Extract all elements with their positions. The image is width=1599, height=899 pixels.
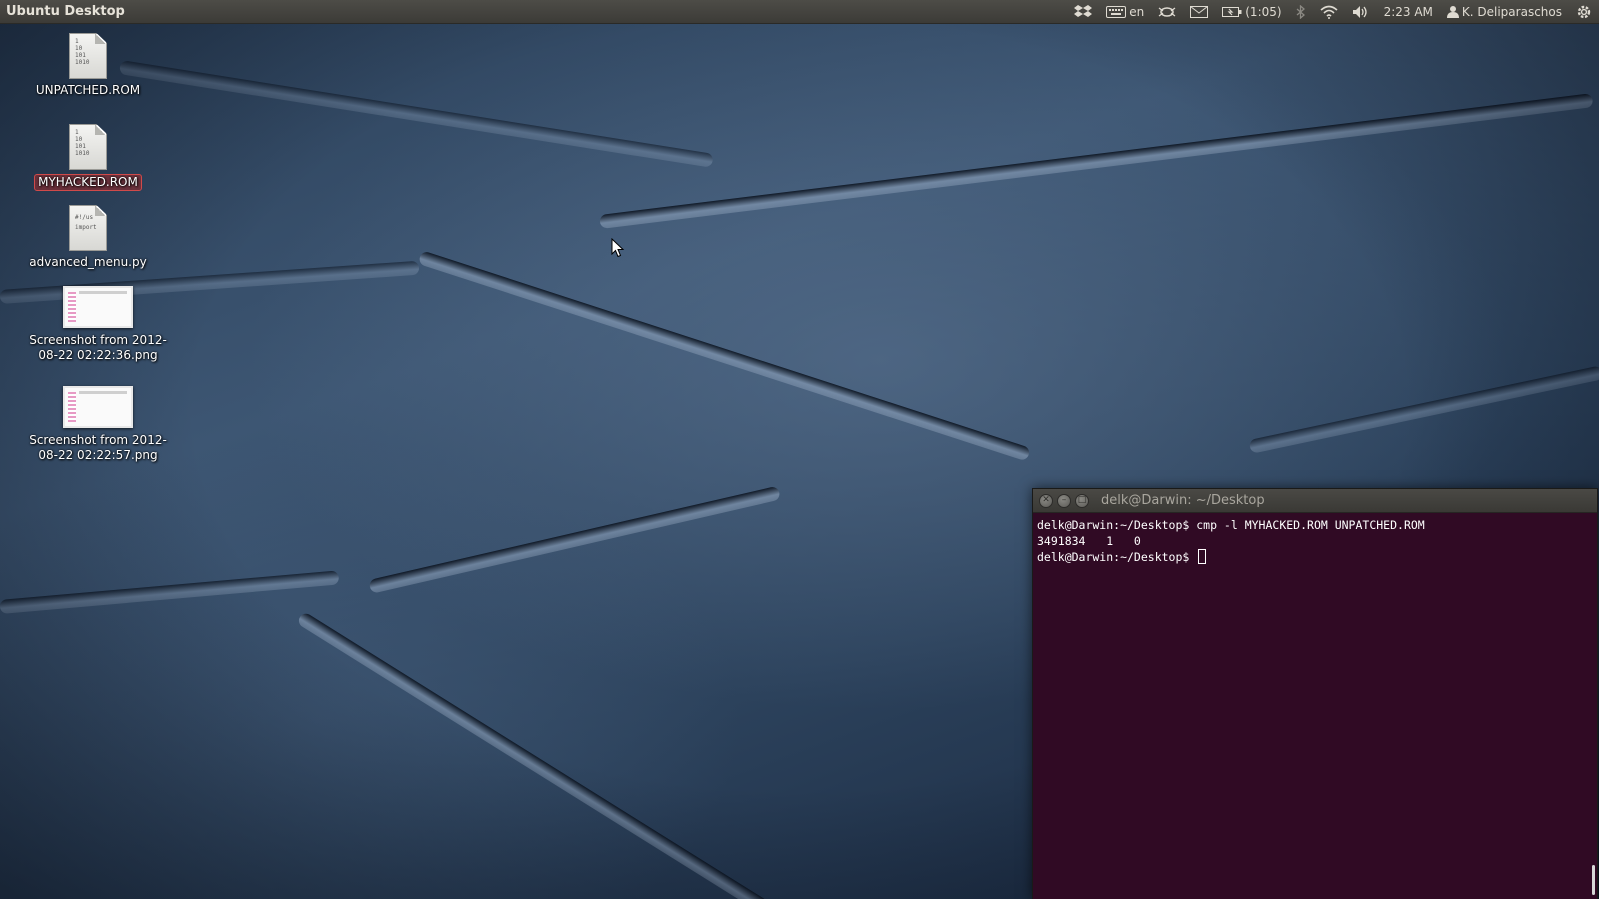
keyboard-icon — [1106, 5, 1127, 18]
terminal-line: delk@Darwin:~/Desktop$ cmp -l MYHACKED.R… — [1037, 518, 1425, 532]
terminal-cursor — [1198, 549, 1207, 564]
desktop-icon-myhacked-rom[interactable]: 1 10 101 1010 MYHACKED.ROM — [18, 124, 158, 191]
desktop-icon-label: 08-22 02:22:36.png — [38, 348, 158, 362]
desktop-icon-unpatched-rom[interactable]: 1 10 101 1010 UNPATCHED.ROM — [18, 33, 158, 98]
mouse-indicator[interactable] — [1151, 0, 1183, 24]
bluetooth-icon — [1296, 4, 1305, 19]
desktop-icon-screenshot-2[interactable]: Screenshot from 2012- 08-22 02:22:57.png — [28, 386, 168, 463]
indicator-area: en (1:05) 2:23 AM K. Deliparaschos — [1067, 0, 1599, 24]
minimize-icon: – — [1061, 495, 1067, 505]
terminal-title: delk@Darwin: ~/Desktop — [1101, 493, 1265, 508]
terminal-scrollbar[interactable] — [1592, 865, 1595, 895]
close-icon: ✕ — [1042, 495, 1050, 505]
panel-app-title: Ubuntu Desktop — [6, 4, 125, 19]
terminal-prompt: delk@Darwin:~/Desktop$ — [1037, 550, 1197, 564]
network-indicator[interactable] — [1313, 0, 1345, 24]
keyboard-layout-label: en — [1129, 4, 1145, 19]
image-thumbnail-icon — [63, 286, 133, 328]
user-indicator[interactable]: K. Deliparaschos — [1440, 0, 1569, 24]
bluetooth-indicator[interactable] — [1289, 0, 1313, 24]
terminal-window[interactable]: ✕ – □ delk@Darwin: ~/Desktop delk@Darwin… — [1032, 488, 1598, 899]
desktop-icon-label: Screenshot from 2012- — [29, 433, 167, 447]
sound-indicator[interactable] — [1345, 0, 1377, 24]
battery-time-label: (1:05) — [1245, 4, 1282, 19]
binary-file-icon: 1 10 101 1010 — [69, 124, 107, 170]
desktop-icon-label: 08-22 02:22:57.png — [38, 448, 158, 462]
gear-power-icon — [1577, 5, 1591, 18]
battery-indicator[interactable]: (1:05) — [1215, 0, 1288, 24]
user-name-label: K. Deliparaschos — [1461, 4, 1562, 19]
desktop-icon-advanced-menu-py[interactable]: #!/us import advanced_menu.py — [18, 205, 158, 270]
terminal-line: 3491834 1 0 — [1037, 534, 1141, 548]
terminal-prompt-line: delk@Darwin:~/Desktop$ — [1037, 549, 1593, 565]
battery-icon — [1222, 6, 1242, 17]
binary-file-icon: 1 10 101 1010 — [69, 33, 107, 79]
wifi-icon — [1320, 5, 1338, 19]
script-file-icon: #!/us import — [69, 205, 107, 251]
clock-label: 2:23 AM — [1383, 4, 1433, 19]
user-icon — [1446, 6, 1459, 18]
desktop-icon-label-selected: MYHACKED.ROM — [34, 174, 142, 191]
messaging-indicator[interactable] — [1183, 0, 1215, 24]
desktop-icon-label: advanced_menu.py — [29, 255, 147, 269]
window-minimize-button[interactable]: – — [1057, 493, 1071, 508]
desktop-icon-label: Screenshot from 2012- — [29, 333, 167, 347]
keyboard-indicator[interactable]: en — [1099, 0, 1151, 24]
top-panel: Ubuntu Desktop en (1:05) 2:23 AM K. Deli… — [0, 0, 1599, 24]
image-thumbnail-icon — [63, 386, 133, 428]
window-maximize-button[interactable]: □ — [1075, 493, 1089, 508]
desktop-icon-screenshot-1[interactable]: Screenshot from 2012- 08-22 02:22:36.png — [28, 286, 168, 363]
desktop-icon-label: UNPATCHED.ROM — [35, 83, 141, 97]
mouse-pointer-icon — [611, 238, 625, 258]
speaker-volume-icon — [1352, 5, 1367, 18]
window-close-button[interactable]: ✕ — [1039, 493, 1053, 508]
mail-icon — [1190, 5, 1209, 18]
terminal-titlebar[interactable]: ✕ – □ delk@Darwin: ~/Desktop — [1033, 489, 1597, 513]
terminal-output[interactable]: delk@Darwin:~/Desktop$ cmp -l MYHACKED.R… — [1033, 513, 1597, 899]
session-indicator[interactable] — [1569, 0, 1599, 24]
dropbox-indicator[interactable] — [1067, 0, 1099, 24]
dropbox-icon — [1074, 4, 1093, 17]
clock-indicator[interactable]: 2:23 AM — [1377, 0, 1440, 24]
mouse-device-icon — [1158, 6, 1176, 17]
maximize-icon: □ — [1077, 495, 1087, 505]
